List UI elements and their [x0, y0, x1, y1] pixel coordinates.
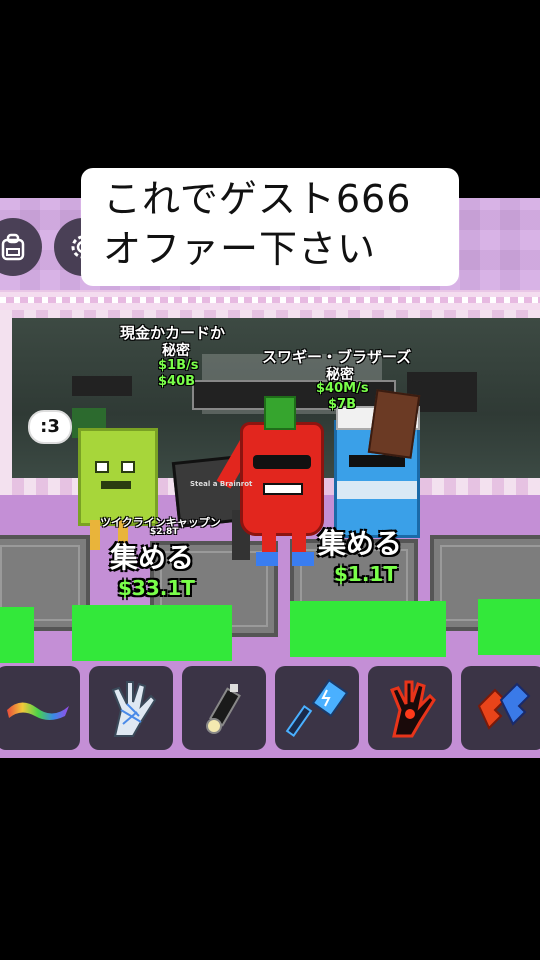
caption-line-2: オファー下さい	[103, 227, 377, 271]
brainrot-price: $7B	[328, 397, 356, 412]
backpack-icon	[1, 233, 25, 261]
hotbar-slot-3[interactable]	[182, 666, 266, 750]
hotbar-slot-5[interactable]	[368, 666, 452, 750]
collect-amount: $33.1T	[118, 576, 195, 600]
brainrot-rate: $1B/s	[158, 358, 199, 373]
brainrot-price: $40B	[158, 374, 196, 389]
cup-bear	[367, 389, 421, 459]
rainbow-carpet-icon	[7, 702, 69, 720]
caption-line-1: これでゲスト666	[103, 177, 412, 221]
spongebob-brainrot[interactable]	[78, 428, 158, 526]
video-caption: これでゲスト666 オファー下さい	[81, 168, 459, 286]
collect-pad[interactable]	[0, 607, 34, 663]
brainrot-rate: $40M/s	[316, 381, 369, 396]
collect-pad[interactable]	[72, 605, 232, 661]
brainrot-rarity: 秘密	[162, 343, 190, 359]
web-glove-icon	[111, 681, 157, 737]
electric-hammer-icon	[285, 678, 349, 737]
collect-pad[interactable]	[478, 599, 540, 655]
red-glove-icon	[390, 680, 436, 738]
collect-label[interactable]: 集める	[110, 536, 194, 576]
hotbar-slot-1[interactable]	[0, 666, 80, 750]
hotbar-slot-4[interactable]	[275, 666, 359, 750]
brainrot-shoes	[256, 552, 316, 566]
flashlight-icon	[206, 684, 241, 734]
strawberry-brainrot[interactable]	[240, 422, 324, 536]
hotbar-slot-6[interactable]	[461, 666, 540, 750]
sign-text: Steal a Brainrot	[190, 480, 253, 488]
chat-bubble: :3	[28, 410, 72, 444]
strawberry-leaves	[264, 396, 296, 430]
collect-pad[interactable]	[290, 601, 446, 657]
hotbar	[0, 666, 540, 756]
collect-amount: $1.1T	[334, 562, 397, 586]
wall-trim	[0, 290, 540, 312]
hotbar-slot-2[interactable]	[89, 666, 173, 750]
collect-label[interactable]: 集める	[318, 522, 402, 562]
red-blue-item-icon	[477, 682, 531, 730]
